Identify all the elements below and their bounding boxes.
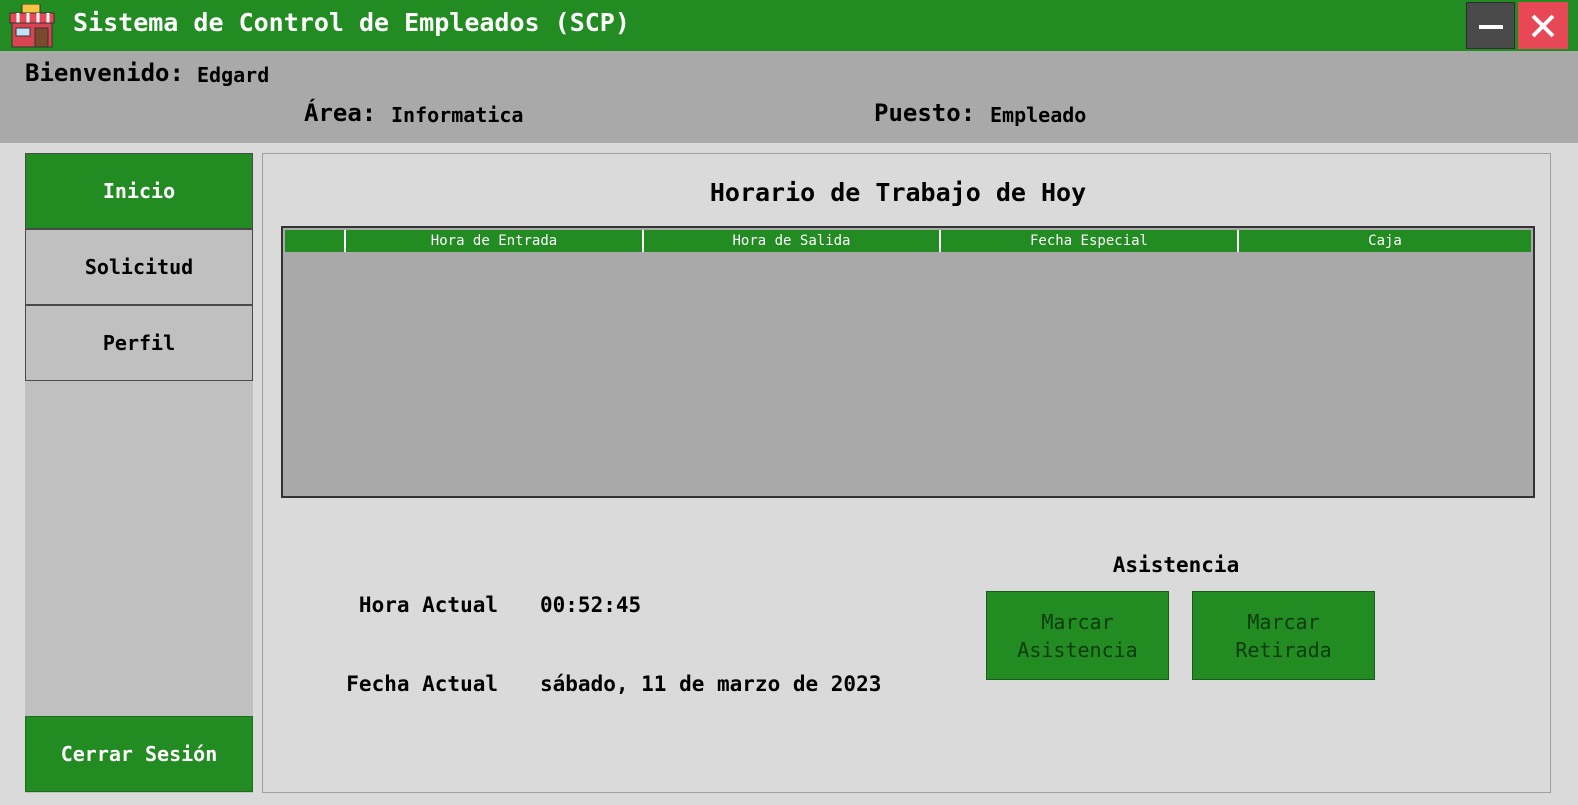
welcome-label: Bienvenido: (25, 59, 184, 87)
close-button[interactable] (1518, 2, 1568, 49)
store-icon (6, 3, 58, 48)
marcar-retirada-button[interactable]: Marcar Retirada (1192, 591, 1375, 680)
minimize-button[interactable] (1466, 2, 1515, 49)
column-header-row-selector[interactable] (285, 230, 344, 252)
hora-actual-value: 00:52:45 (540, 593, 642, 617)
column-header-hora-entrada[interactable]: Hora de Entrada (344, 230, 642, 252)
welcome-value: Edgard (197, 63, 270, 87)
sidebar-item-solicitud[interactable]: Solicitud (25, 229, 253, 305)
area-label: Área: (304, 99, 377, 127)
hora-actual-label: Hora Actual (358, 593, 498, 617)
column-header-fecha-especial[interactable]: Fecha Especial (939, 230, 1237, 252)
fecha-actual-label: Fecha Actual (346, 672, 498, 696)
column-header-caja[interactable]: Caja (1237, 230, 1531, 252)
puesto-label: Puesto: (874, 99, 976, 127)
fecha-actual-value: sábado, 11 de marzo de 2023 (540, 672, 882, 696)
close-icon (1531, 14, 1555, 38)
puesto-value: Empleado (990, 103, 1087, 127)
logout-button[interactable]: Cerrar Sesión (25, 716, 253, 792)
sidebar-item-perfil[interactable]: Perfil (25, 305, 253, 381)
schedule-table[interactable]: Hora de Entrada Hora de Salida Fecha Esp… (281, 226, 1535, 498)
marcar-asistencia-button[interactable]: Marcar Asistencia (986, 591, 1169, 680)
schedule-title: Horario de Trabajo de Hoy (709, 178, 1087, 207)
minimize-icon (1479, 25, 1503, 29)
table-header: Hora de Entrada Hora de Salida Fecha Esp… (285, 230, 1531, 252)
title-bar: Sistema de Control de Empleados (SCP) (0, 0, 1578, 51)
user-info-header: Bienvenido: Edgard Área: Informatica Pue… (0, 51, 1578, 143)
window-title: Sistema de Control de Empleados (SCP) (73, 8, 630, 37)
asistencia-title: Asistencia (1112, 553, 1240, 577)
column-header-hora-salida[interactable]: Hora de Salida (642, 230, 939, 252)
area-value: Informatica (391, 103, 524, 127)
sidebar-item-inicio[interactable]: Inicio (25, 153, 253, 229)
